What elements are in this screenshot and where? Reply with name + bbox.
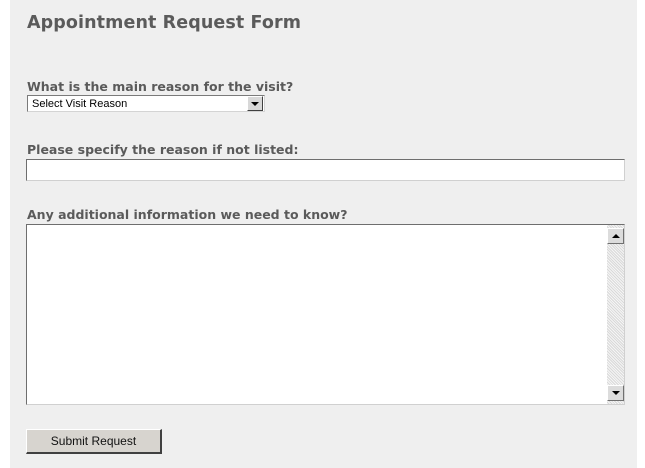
scroll-up-button[interactable] (607, 228, 624, 244)
scroll-down-button[interactable] (607, 385, 624, 401)
submit-request-button[interactable]: Submit Request (26, 429, 162, 454)
chevron-down-icon (251, 102, 259, 106)
form-title: Appointment Request Form (27, 13, 302, 33)
scroll-up-arrow-icon (612, 234, 620, 238)
specify-reason-input[interactable] (26, 159, 625, 181)
visit-reason-select[interactable]: Select Visit Reason (27, 95, 265, 112)
additional-info-textarea[interactable] (26, 224, 625, 405)
dropdown-button[interactable] (247, 96, 263, 111)
textarea-scrollbar[interactable] (607, 225, 624, 404)
additional-info-label: Any additional information we need to kn… (27, 207, 348, 222)
specify-reason-label: Please specify the reason if not listed: (27, 142, 299, 157)
visit-reason-selected-value: Select Visit Reason (32, 98, 128, 110)
visit-reason-label: What is the main reason for the visit? (27, 79, 294, 94)
scroll-down-arrow-icon (612, 391, 620, 395)
